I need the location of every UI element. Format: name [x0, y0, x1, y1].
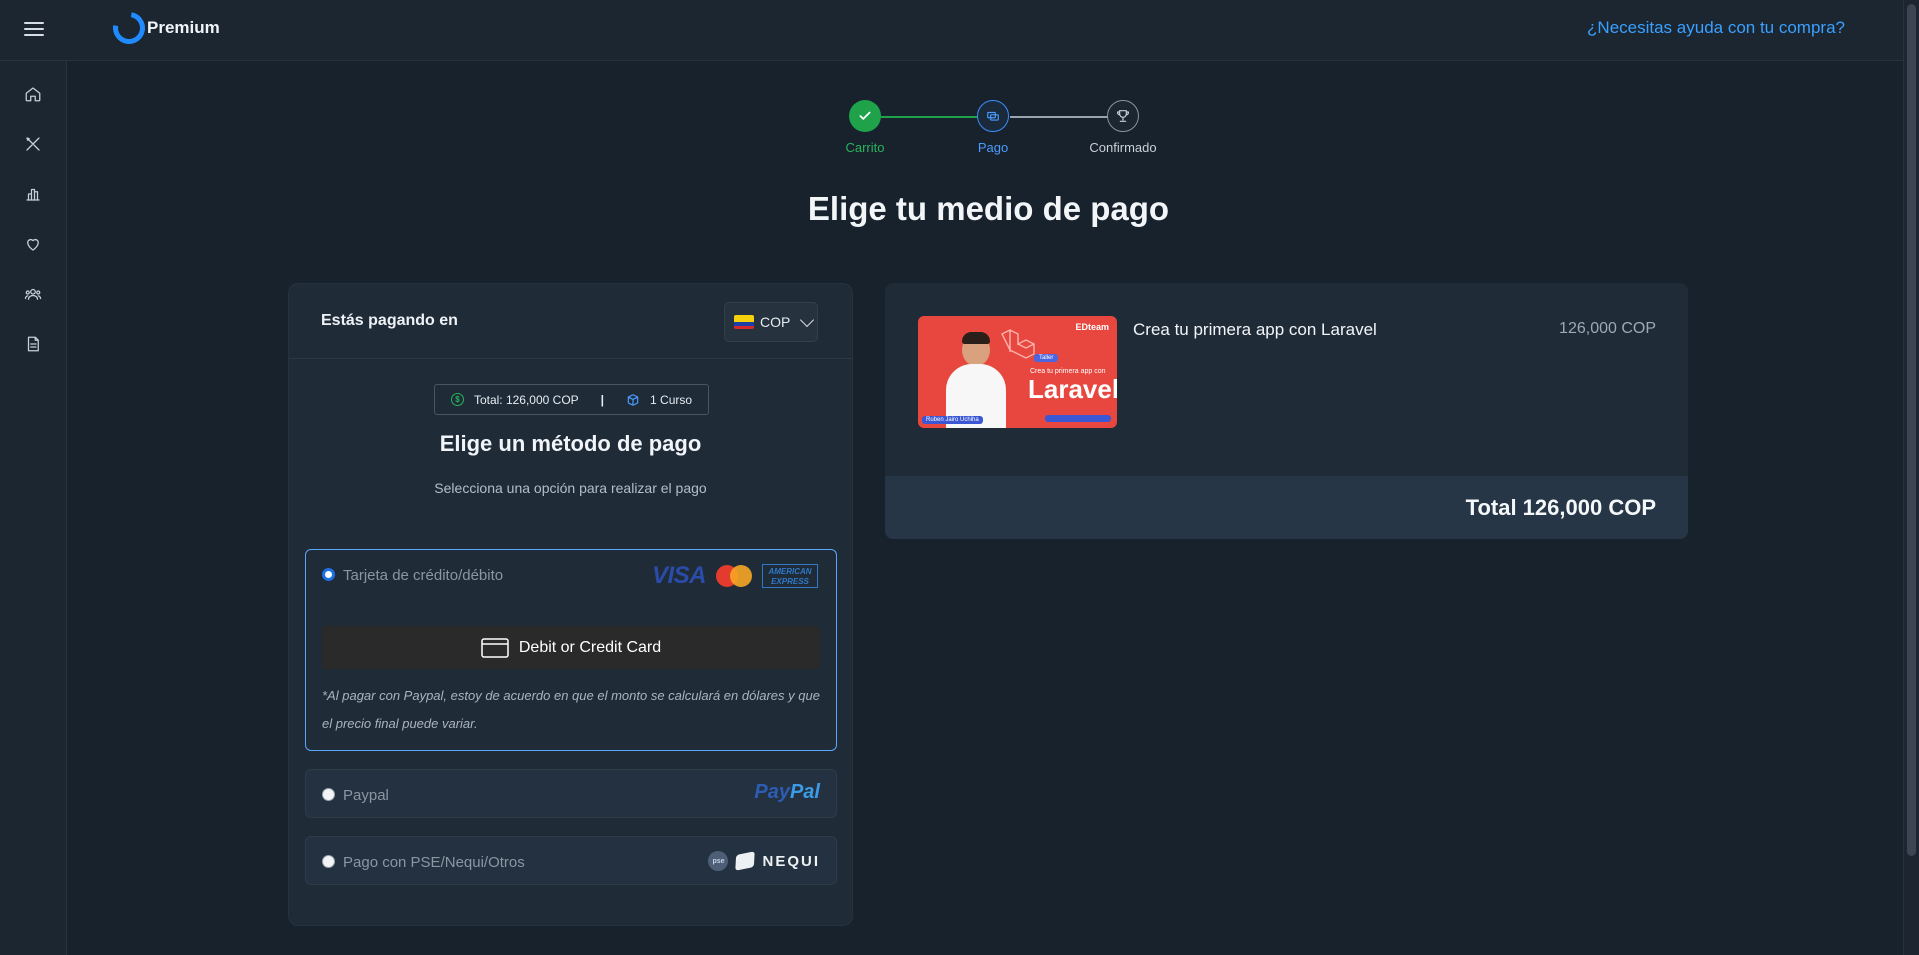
help-purchase-link[interactable]: ¿Necesitas ayuda con tu compra? — [1587, 18, 1845, 38]
paying-in-label: Estás pagando en — [321, 312, 458, 329]
paypal-radio[interactable] — [322, 788, 335, 801]
hamburger-menu-icon[interactable] — [22, 18, 46, 40]
payment-cards-icon — [977, 100, 1009, 132]
sidebar-item-tools[interactable] — [18, 129, 48, 159]
method-subtitle: Selecciona una opción para realizar el p… — [434, 480, 707, 496]
page-title: Elige tu medio de pago — [807, 190, 1170, 227]
payment-option-pse[interactable]: Pago con PSE/Nequi/Otros pse NEQUI — [305, 836, 837, 885]
top-header: Premium ¿Necesitas ayuda con tu compra? — [0, 0, 1903, 61]
visa-logo: VISA — [651, 562, 707, 589]
vertical-scrollbar[interactable] — [1903, 0, 1919, 955]
edteam-ring-icon — [106, 5, 152, 51]
scrollbar-thumb[interactable] — [1907, 4, 1916, 856]
thumb-instructor: Ruben Jairo Uchiha — [922, 416, 983, 424]
checkout-stepper: Carrito Pago Confirmado — [820, 100, 1157, 160]
amex-logo: AMERICAN EXPRESS — [762, 564, 818, 588]
thumb-tag: Taller — [1034, 354, 1059, 362]
step-cart: Carrito — [820, 100, 910, 155]
document-icon — [27, 336, 39, 352]
summary-separator: | — [600, 392, 605, 407]
currency-value: COP — [760, 314, 791, 330]
mastercard-logo-icon — [716, 565, 752, 587]
check-icon — [849, 100, 881, 132]
currency-select[interactable]: COP — [724, 302, 818, 342]
step-payment: Pago — [948, 100, 1038, 155]
brand-name: Premium — [147, 18, 220, 37]
sidebar-item-community[interactable] — [18, 279, 48, 309]
sidebar-item-documents[interactable] — [18, 329, 48, 359]
debit-credit-card-button[interactable]: Debit or Credit Card — [322, 626, 820, 669]
cart-summary-panel: EDteam Taller Crea tu primera app con La… — [885, 283, 1688, 539]
heart-icon — [27, 238, 39, 251]
card-button-label: Debit or Credit Card — [518, 638, 662, 656]
thumb-title: Laravel — [1028, 374, 1117, 404]
nequi-logo: NEQUI — [762, 852, 820, 870]
community-icon — [24, 288, 42, 300]
payment-panel: Estás pagando en COP $ Total: 126,000 CO… — [288, 283, 853, 926]
payment-option-card[interactable]: Tarjeta de crédito/débito VISA AMERICAN E… — [305, 549, 837, 751]
course-name: Crea tu primera app con Laravel — [1133, 320, 1377, 339]
step-label-confirmed: Confirmado — [1089, 140, 1157, 155]
trophy-icon — [1107, 100, 1139, 132]
card-brands: VISA AMERICAN EXPRESS — [652, 562, 818, 590]
paypal-disclaimer: *Al pagar con Paypal, estoy de acuerdo e… — [322, 688, 820, 731]
step-confirmed: Confirmado — [1078, 100, 1168, 155]
course-thumbnail[interactable]: EDteam Taller Crea tu primera app con La… — [918, 316, 1117, 428]
sidebar-item-home[interactable] — [18, 79, 48, 109]
summary-items: 1 Curso — [650, 392, 693, 407]
payment-panel-header: Estás pagando en COP — [289, 284, 852, 359]
brand-logo[interactable]: Premium — [106, 5, 220, 51]
colombia-flag-icon — [734, 315, 754, 329]
summary-total: Total: 126,000 COP — [473, 392, 579, 407]
chevron-down-icon — [800, 312, 815, 327]
order-summary-pill: $ Total: 126,000 COP | 1 Curso — [434, 384, 709, 415]
sidebar-item-favorites[interactable] — [18, 229, 48, 259]
instructor-photo — [940, 332, 1014, 428]
credit-card-icon — [481, 637, 509, 658]
card-option-label: Tarjeta de crédito/débito — [343, 567, 504, 584]
home-icon — [25, 87, 41, 102]
thumb-brand: EDteam — [1075, 322, 1109, 332]
paypal-option-label: Paypal — [343, 787, 389, 804]
thumb-bottom-bar — [1045, 415, 1111, 422]
pse-radio[interactable] — [322, 855, 335, 868]
tools-icon — [26, 137, 40, 151]
step-label-cart: Carrito — [845, 140, 885, 155]
card-radio[interactable] — [322, 568, 335, 581]
method-title: Elige un método de pago — [439, 431, 702, 456]
payment-option-paypal[interactable]: Paypal PayPal — [305, 769, 837, 818]
cart-total: Total 126,000 COP — [1465, 495, 1656, 520]
step-label-payment: Pago — [977, 140, 1009, 155]
course-box-icon — [627, 393, 639, 406]
pse-option-label: Pago con PSE/Nequi/Otros — [343, 854, 525, 871]
course-price: 126,000 COP — [1559, 320, 1656, 337]
nequi-mark-icon — [735, 851, 756, 871]
cart-total-bar: Total 126,000 COP — [885, 476, 1688, 539]
pse-nequi-logos: pse NEQUI — [708, 851, 820, 871]
dollar-coin-icon: $ — [450, 393, 464, 406]
paypal-logo: PayPal — [754, 781, 820, 803]
pse-logo-icon: pse — [708, 851, 729, 871]
